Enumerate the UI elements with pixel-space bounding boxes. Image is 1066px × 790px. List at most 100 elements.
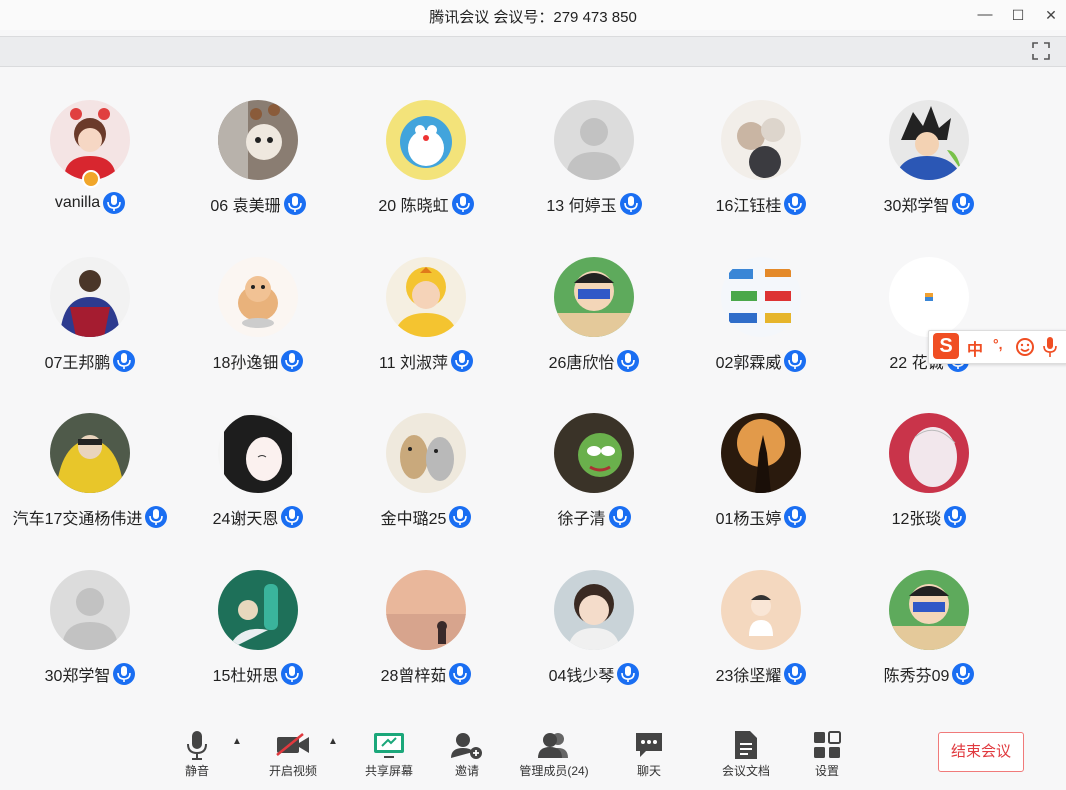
close-button[interactable]: ✕ (1041, 6, 1061, 24)
microphone-icon (952, 193, 975, 215)
microphone-icon (451, 350, 474, 372)
microphone-icon (619, 193, 642, 215)
participant-tile[interactable]: 金中璐25 (342, 403, 510, 533)
maximize-button[interactable]: ☐ (1008, 6, 1028, 24)
video-options-caret-icon[interactable]: ▲ (328, 736, 338, 747)
microphone-icon (784, 663, 807, 685)
avatar (721, 570, 801, 650)
participant-tile[interactable]: vanilla (6, 90, 174, 220)
microphone-icon (281, 350, 304, 372)
participant-tile[interactable]: 28曾梓茹 (342, 560, 510, 690)
participant-tile[interactable]: 12张琰 (845, 403, 1013, 533)
manage-members-button[interactable]: 管理成员(24) (514, 728, 594, 779)
avatar (889, 257, 969, 337)
participant-tile[interactable]: 16江钰桂 (677, 90, 845, 220)
participant-tile[interactable]: 04钱少琴 (510, 560, 678, 690)
participant-name: 汽车17交通杨伟进 (12, 511, 143, 528)
avatar (386, 413, 466, 493)
end-meeting-button[interactable]: 结束会议 (938, 732, 1024, 772)
participant-name: 16江钰桂 (715, 198, 782, 215)
chat-button[interactable]: 聊天 (624, 728, 674, 779)
avatar (218, 257, 298, 337)
participant-name: 07王邦鹏 (44, 355, 111, 372)
avatar (554, 257, 634, 337)
participant-tile[interactable]: 徐子清 (510, 403, 678, 533)
sogou-logo-icon: S (933, 333, 959, 359)
share-screen-button[interactable]: 共享屏幕 (360, 728, 418, 779)
document-icon (735, 731, 757, 759)
avatar (218, 570, 298, 650)
avatar (721, 100, 801, 180)
microphone-icon (113, 663, 136, 685)
microphone-icon (952, 663, 975, 685)
ime-mode[interactable]: 中 (967, 336, 983, 360)
voice-input-icon[interactable] (1043, 336, 1057, 358)
participant-tile[interactable]: 30郑学智 (6, 560, 174, 690)
avatar (386, 100, 466, 180)
participant-name: 02郭霖威 (715, 355, 782, 372)
participant-tile[interactable]: 02郭霖威 (677, 247, 845, 377)
share-screen-icon (374, 733, 404, 758)
participant-tile[interactable]: 11 刘淑萍 (342, 247, 510, 377)
participant-tile[interactable]: 26唐欣怡 (510, 247, 678, 377)
microphone-icon (145, 506, 168, 528)
ime-punct[interactable]: °, (993, 336, 1003, 352)
microphone-icon (281, 506, 304, 528)
participant-tile[interactable]: 18孙逸钿 (174, 247, 342, 377)
avatar (386, 257, 466, 337)
microphone-icon (281, 663, 304, 685)
microphone-icon (784, 350, 807, 372)
start-video-button[interactable]: 开启视频 (262, 728, 324, 779)
manage-members-label: 管理成员(24) (519, 764, 589, 778)
participant-name: 30郑学智 (883, 198, 950, 215)
meeting-docs-button[interactable]: 会议文档 (716, 728, 776, 779)
participant-tile[interactable]: 汽车17交通杨伟进 (6, 403, 174, 533)
fullscreen-icon[interactable] (1032, 42, 1050, 60)
mute-label: 静音 (184, 764, 209, 778)
participant-tile[interactable]: 陈秀芬09 (845, 560, 1013, 690)
avatar (721, 413, 801, 493)
minimize-button[interactable]: — (975, 6, 995, 24)
share-screen-label: 共享屏幕 (364, 764, 413, 778)
participant-tile[interactable]: 13 何婷玉 (510, 90, 678, 220)
mic-options-caret-icon[interactable]: ▲ (232, 736, 242, 747)
invite-label: 邀请 (454, 764, 479, 778)
avatar (218, 100, 298, 180)
participant-tile[interactable]: 01杨玉婷 (677, 403, 845, 533)
avatar (218, 413, 298, 493)
microphone-icon (449, 506, 472, 528)
settings-button[interactable]: 设置 (804, 728, 850, 779)
participant-tile[interactable]: 24谢天恩 (174, 403, 342, 533)
participant-name: 18孙逸钿 (212, 355, 279, 372)
participant-name: 13 何婷玉 (546, 198, 617, 215)
emoji-icon[interactable] (1015, 337, 1035, 357)
camera-off-icon (276, 733, 309, 756)
participant-name: 20 陈晓虹 (378, 198, 449, 215)
mute-button[interactable]: 静音 (170, 728, 224, 779)
avatar (889, 570, 969, 650)
microphone-icon (608, 506, 631, 528)
participant-tile[interactable]: 23徐坚耀 (677, 560, 845, 690)
microphone-icon (944, 506, 967, 528)
participant-name: 28曾梓茹 (380, 668, 447, 685)
participant-name: 金中璐25 (380, 511, 447, 528)
participant-name: 04钱少琴 (548, 668, 615, 685)
microphone-icon (283, 193, 306, 215)
avatar (554, 570, 634, 650)
meeting-toolbar: 静音 ▲ 开启视频 ▲ 共享屏幕 邀请 管理成员(24) 聊天 会议文档 设置 … (0, 718, 1066, 790)
participant-tile[interactable]: 15杜妍思 (174, 560, 342, 690)
participant-name: 01杨玉婷 (715, 511, 782, 528)
avatar (889, 413, 969, 493)
title-bar: 腾讯会议 会议号：279 473 850 — ☐ ✕ (0, 0, 1066, 30)
avatar (721, 257, 801, 337)
participant-tile[interactable]: 06 袁美珊 (174, 90, 342, 220)
ime-toolbar[interactable]: S 中 °, (928, 330, 1066, 364)
avatar (50, 257, 130, 337)
invite-button[interactable]: 邀请 (442, 728, 492, 779)
participant-tile[interactable]: 30郑学智 (845, 90, 1013, 220)
top-info-bar (0, 36, 1066, 67)
participant-tile[interactable]: 07王邦鹏 (6, 247, 174, 377)
avatar (386, 570, 466, 650)
participant-tile[interactable]: 20 陈晓虹 (342, 90, 510, 220)
avatar (889, 100, 969, 180)
